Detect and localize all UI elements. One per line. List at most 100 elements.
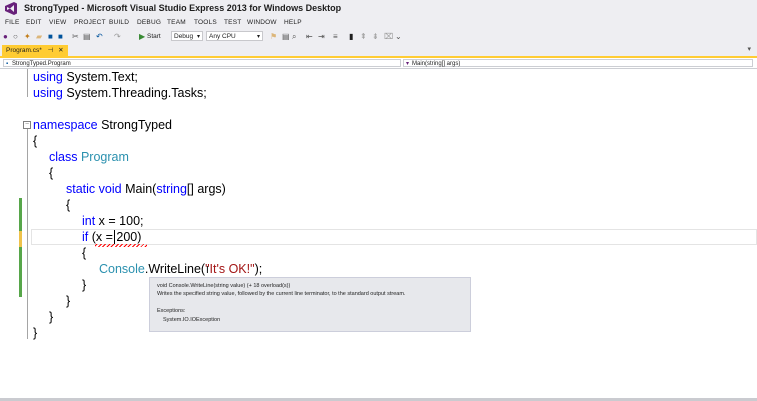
type-scope-dropdown[interactable]: ▪ StrongTyped.Program [3,59,401,67]
close-icon[interactable]: ✕ [58,47,63,54]
document-tab-strip: Program.cs* ⊣ ✕ ▾ [0,44,757,58]
increase-indent-icon[interactable]: ⇥ [318,32,325,42]
code-line-brace: { [49,166,54,180]
code-editor[interactable]: − using System.Text; using System.Thread… [0,69,757,398]
menu-help[interactable]: HELP [284,19,302,26]
code-line-if: if (x = 200) [82,229,141,245]
class-icon: ▪ [6,61,9,67]
code-line-namespace: namespace StrongTyped [33,117,172,133]
type-name: Console [99,262,145,276]
code-text: .WriteLine( [144,262,206,276]
text-caret [114,230,115,244]
find-in-files-icon[interactable]: ⚑ [270,32,277,42]
save-icon[interactable]: ■ [48,32,53,42]
cut-icon[interactable]: ✂ [72,32,79,42]
menu-build[interactable]: BUILD [109,19,129,26]
previous-bookmark-icon[interactable]: ⇞ [360,32,367,42]
solution-configuration-dropdown[interactable]: Debug ▾ [171,31,203,41]
code-line-brace: } [82,278,87,292]
start-button[interactable]: Start [147,32,161,42]
collapse-namespace-icon[interactable]: − [23,121,31,129]
type-name: Program [80,150,129,164]
menu-bar: FILE EDIT VIEW PROJECT BUILD DEBUG TEAM … [0,18,757,30]
type-scope-value: StrongTyped.Program [12,61,71,67]
redo-icon[interactable]: ↷ [114,32,121,42]
menu-window[interactable]: WINDOW [247,19,277,26]
quick-find-icon[interactable]: ⌕ [292,32,296,42]
decrease-indent-icon[interactable]: ⇤ [306,32,313,42]
comment-icon[interactable]: ≡ [333,32,338,42]
standard-toolbar: ● ○ ✦ ▰ ■ ■ ✂ ▤ ↶ ↷ ▶ Start Debug ▾ Any … [0,30,757,44]
tooltip-description: Writes the specified string value, follo… [157,291,406,297]
new-project-icon[interactable]: ✦ [24,32,31,42]
saved-change-marker [19,247,22,297]
navigation-bar: ▪ StrongTyped.Program ▾ Main(string[] ar… [0,58,757,69]
tab-program-cs[interactable]: Program.cs* ⊣ ✕ [2,45,68,56]
menu-view[interactable]: VIEW [49,19,66,26]
code-line-class: class Program [49,149,129,165]
code-line-declaration: int x = 100; [82,213,144,229]
code-line-using-text: using System.Text; [33,69,138,85]
navigate-forward-icon[interactable]: ○ [13,32,18,42]
saved-change-marker [19,198,22,232]
outline-guide [27,69,28,97]
format-icon[interactable]: ▤ [282,32,290,42]
code-line-brace: } [49,310,54,324]
code-text: ); [254,262,263,276]
start-icon[interactable]: ▶ [139,32,145,42]
paste-icon[interactable]: ▤ [83,32,91,42]
keyword: string [156,182,187,196]
tooltip-exceptions-label: Exceptions: [157,308,186,314]
menu-tools[interactable]: TOOLS [194,19,217,26]
method-icon: ▾ [406,61,410,67]
menu-file[interactable]: FILE [5,19,20,26]
solution-platform-value: Any CPU [209,33,236,40]
navigate-back-icon[interactable]: ● [3,32,8,42]
undo-icon[interactable]: ↶ [96,32,103,42]
member-scope-value: Main(string[] args) [412,61,461,67]
quick-info-tooltip: void Console.WriteLine(string value) (+ … [149,277,471,332]
tab-list-dropdown-icon[interactable]: ▾ [747,45,751,53]
code-line-brace: { [66,198,71,212]
tooltip-exception: System.IO.IOException [163,317,221,323]
chevron-down-icon: ▾ [256,34,260,40]
tab-label: Program.cs* [6,47,42,54]
toolbar-options-icon[interactable]: ⌄ [395,32,402,42]
keyword: namespace [33,118,98,132]
open-file-icon[interactable]: ▰ [36,32,42,42]
keyword: void [98,182,122,196]
tooltip-signature: void Console.WriteLine(string value) (+ … [157,283,291,289]
menu-project[interactable]: PROJECT [74,19,106,26]
visual-studio-logo-icon [5,2,17,15]
menu-team[interactable]: TEAM [167,19,186,26]
code-line-brace: { [82,246,87,260]
solution-platform-dropdown[interactable]: Any CPU ▾ [206,31,263,41]
code-line-brace: { [33,134,38,148]
pin-icon[interactable]: ⊣ [48,47,54,54]
error-squiggle[interactable] [95,244,147,247]
menu-test[interactable]: TEST [224,19,241,26]
outline-guide [27,129,28,339]
save-all-icon[interactable]: ■ [58,32,63,42]
code-text: System.Threading.Tasks; [62,86,207,100]
chevron-down-icon: ▾ [196,34,200,40]
bookmark-icon[interactable]: ▮ [349,32,353,42]
code-text: System.Text; [62,70,138,84]
code-text: StrongTyped [97,118,172,132]
clear-bookmarks-icon[interactable]: ⌧ [384,32,393,42]
keyword: class [49,150,78,164]
menu-debug[interactable]: DEBUG [137,19,161,26]
code-text: [] args) [186,182,226,196]
keyword: using [33,86,63,100]
code-line-main: static void Main(string[] args) [66,181,226,197]
member-scope-dropdown[interactable]: ▾ Main(string[] args) [403,59,753,67]
title-bar: StrongTyped - Microsoft Visual Studio Ex… [0,0,757,18]
keyword: static [66,182,96,196]
code-text: Main( [121,182,157,196]
window-title: StrongTyped - Microsoft Visual Studio Ex… [24,3,342,13]
next-bookmark-icon[interactable]: ⇟ [372,32,379,42]
menu-edit[interactable]: EDIT [26,19,42,26]
keyword: using [33,70,63,84]
code-line-brace: } [66,294,71,308]
code-text: x = 100; [95,214,144,228]
